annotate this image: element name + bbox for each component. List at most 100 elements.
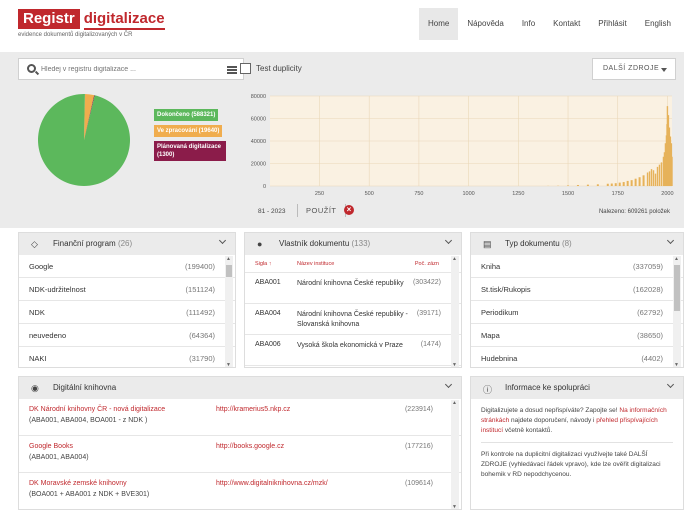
histogram-bar[interactable] [586,184,589,186]
library-name[interactable]: DK Moravské zemské knihovny [29,480,127,487]
list-item[interactable]: Hudebnina (4402) [471,347,683,367]
scroll-down-icon[interactable]: ▼ [674,362,679,367]
histogram-bar[interactable] [606,183,609,186]
scroll-up-icon[interactable]: ▲ [226,256,231,262]
menu-icon[interactable] [227,66,237,74]
histogram-bar[interactable] [630,180,633,186]
list-item[interactable]: Periodikum (62792) [471,301,683,324]
panel-financni-head[interactable]: ◇ Finanční program (26) [19,233,235,255]
scrollbar[interactable]: ▲ ▼ [451,256,459,367]
histogram-bar[interactable] [652,170,655,186]
library-row[interactable]: Google Books (ABA001, ABA004) http://boo… [19,436,461,473]
histogram-bar[interactable] [618,182,621,186]
scroll-down-icon[interactable]: ▼ [452,504,457,509]
clear-icon[interactable]: × [344,205,354,215]
legend-ve-zpracovani[interactable]: Ve zpracování (19640) [154,125,223,137]
cell-sigla: ABA004 [255,310,281,317]
list-item[interactable]: St.tisk/Rukopis (162028) [471,278,683,301]
panel-spoluprace-head[interactable]: ⓘ Informace ke spolupráci [471,377,683,399]
scroll-up-icon[interactable]: ▲ [674,256,679,262]
chevron-down-icon[interactable] [218,236,227,245]
logo[interactable]: Registr digitalizace [18,9,165,30]
list-item[interactable]: neuvedeno (64364) [19,324,235,347]
nav-napoveda[interactable]: Nápověda [458,8,512,40]
library-url[interactable]: http://kramerius5.nkp.cz [216,406,290,413]
histogram-bar[interactable] [650,169,653,186]
histogram-bar[interactable] [634,178,637,186]
pie-slice[interactable] [38,94,131,186]
nav-home[interactable]: Home [418,8,459,40]
cell-nazev: Vysoká škola ekonomická v Praze [297,342,403,349]
histogram-bar[interactable] [567,185,570,186]
histogram-bar[interactable] [576,184,579,186]
scroll-down-icon[interactable]: ▼ [226,362,231,367]
table-row[interactable]: ABA004 Národní knihovna České republiky -… [245,304,461,335]
library-url[interactable]: http://www.digitalniknihovna.cz/mzk/ [216,480,328,487]
histogram-bar[interactable] [648,171,651,186]
panel-knihovna-head[interactable]: ◉ Digitální knihovna [19,377,461,399]
list-item[interactable]: NDK-udržitelnost (151124) [19,278,235,301]
library-row[interactable]: DK Národní knihovny ČR - nová digitaliza… [19,399,461,436]
library-sigla: (BOA001 + ABA001 z NDK + BVE301) [29,491,150,498]
histogram-bar[interactable] [658,164,661,186]
list-item[interactable]: Mapa (38650) [471,324,683,347]
library-url[interactable]: http://books.google.cz [216,443,284,450]
col-pocet[interactable]: Poč. zázn [415,261,439,267]
table-row[interactable]: ABA006 Vysoká škola ekonomická v Praze (14… [245,335,461,366]
panel-typ-head[interactable]: ▤ Typ dokumentu (8) [471,233,683,255]
histogram-bar[interactable] [646,172,649,187]
nav-english[interactable]: English [636,8,680,40]
scrollbar[interactable]: ▲ ▼ [673,256,681,367]
chevron-down-icon[interactable] [444,380,453,389]
nav-info[interactable]: Info [513,8,544,40]
more-sources-dropdown[interactable]: DALŠÍ ZDROJE [592,58,676,80]
duplicate-checkbox[interactable] [240,63,251,74]
list-item[interactable]: Google (199400) [19,255,235,278]
library-name[interactable]: DK Národní knihovny ČR - nová digitaliza… [29,406,165,413]
list-item[interactable]: NAKI (31790) [19,347,235,367]
scroll-up-icon[interactable]: ▲ [452,400,457,406]
chevron-down-icon[interactable] [444,236,453,245]
scroll-down-icon[interactable]: ▼ [452,362,457,367]
logo-digitalizace[interactable]: digitalizace [83,10,165,30]
col-nazev[interactable]: Název instituce [297,261,334,267]
duplicate-label[interactable]: Test duplicity [256,64,302,73]
histogram-bar[interactable] [660,162,663,186]
histogram-bar[interactable] [622,182,625,186]
logo-registr[interactable]: Registr [18,9,80,29]
histogram-bar[interactable] [614,183,617,186]
scroll-up-icon[interactable]: ▲ [452,256,457,262]
histogram-bar[interactable] [610,183,613,186]
scroll-thumb[interactable] [226,265,232,277]
histogram-bar[interactable] [596,184,599,186]
list-item[interactable]: NDK (111492) [19,301,235,324]
list-item[interactable]: Kniha (337059) [471,255,683,278]
scrollbar[interactable]: ▲ ▼ [225,256,233,367]
nav-kontakt[interactable]: Kontakt [544,8,589,40]
item-label: NDK-udržitelnost [29,285,86,294]
histogram-bar[interactable] [626,180,629,186]
col-sigla[interactable]: Sigla ↑ [255,261,272,267]
chevron-down-icon[interactable] [666,236,675,245]
scrollbar[interactable]: ▲ ▼ [451,400,459,509]
search-input[interactable] [41,62,211,76]
histogram-bar[interactable] [638,177,641,186]
histogram-bar[interactable] [671,156,673,186]
histogram-bar[interactable] [642,175,645,186]
library-row[interactable]: DK Moravské zemské knihovny (BOA001 + AB… [19,473,461,509]
panel-vlastnik-head[interactable]: ● Vlastník dokumentu (133) [245,233,461,255]
y-tick-label: 20000 [251,162,266,168]
search-icon[interactable] [27,64,36,73]
histogram-bar[interactable] [654,173,657,186]
histogram-bar[interactable] [656,166,659,186]
table-row[interactable]: ABA001 Národní knihovna České republiky (3… [245,273,461,304]
scroll-thumb[interactable] [674,265,680,311]
user-icon: ● [257,239,263,249]
chevron-down-icon[interactable] [666,380,675,389]
library-name[interactable]: Google Books [29,443,73,450]
apply-button[interactable]: POUŽÍT [297,204,346,217]
legend-dokonceno[interactable]: Dokončeno (588321) [154,109,219,121]
legend-planovana[interactable]: Plánovaná digitalizace (1300) [154,141,226,161]
nav-prihlasit[interactable]: Přihlásit [589,8,635,40]
year-range[interactable]: 81 - 2023 [258,208,285,215]
